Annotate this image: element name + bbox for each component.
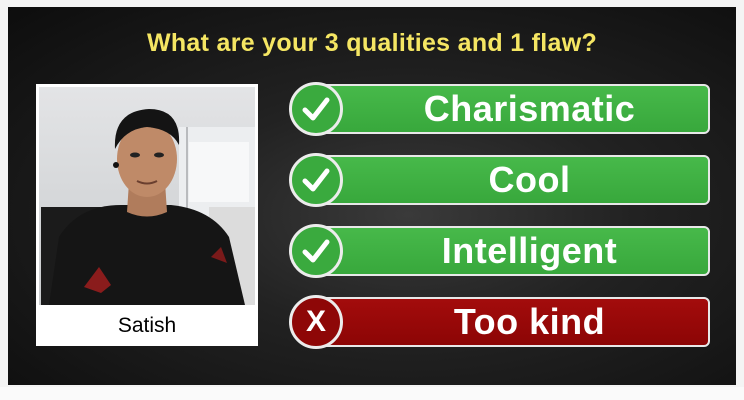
- check-badge: [289, 224, 343, 278]
- page-title: What are your 3 qualities and 1 flaw?: [146, 29, 598, 57]
- profile-name: Satish: [117, 314, 177, 337]
- profile-card: Satish: [36, 84, 258, 346]
- answer-intelligent: Intelligent: [289, 224, 710, 278]
- answer-cool: Cool: [289, 153, 710, 207]
- profile-photo: [39, 87, 255, 305]
- check-badge: [289, 82, 343, 136]
- x-icon: X: [305, 305, 326, 338]
- person-photo-icon: [41, 109, 255, 305]
- bottom-strip: [0, 387, 744, 400]
- answer-too-kind: X Too kind: [289, 295, 710, 349]
- answer-label: Charismatic: [423, 88, 636, 129]
- check-icon: [302, 97, 330, 121]
- answer-label: Intelligent: [441, 230, 618, 271]
- result-card: What are your 3 qualities and 1 flaw? Sa…: [8, 7, 736, 385]
- x-badge: X: [289, 295, 343, 349]
- answer-label: Too kind: [453, 301, 606, 342]
- check-icon: [302, 168, 330, 192]
- check-icon: [302, 239, 330, 263]
- answer-label: Cool: [488, 159, 571, 200]
- check-badge: [289, 153, 343, 207]
- answer-charismatic: Charismatic: [289, 82, 710, 136]
